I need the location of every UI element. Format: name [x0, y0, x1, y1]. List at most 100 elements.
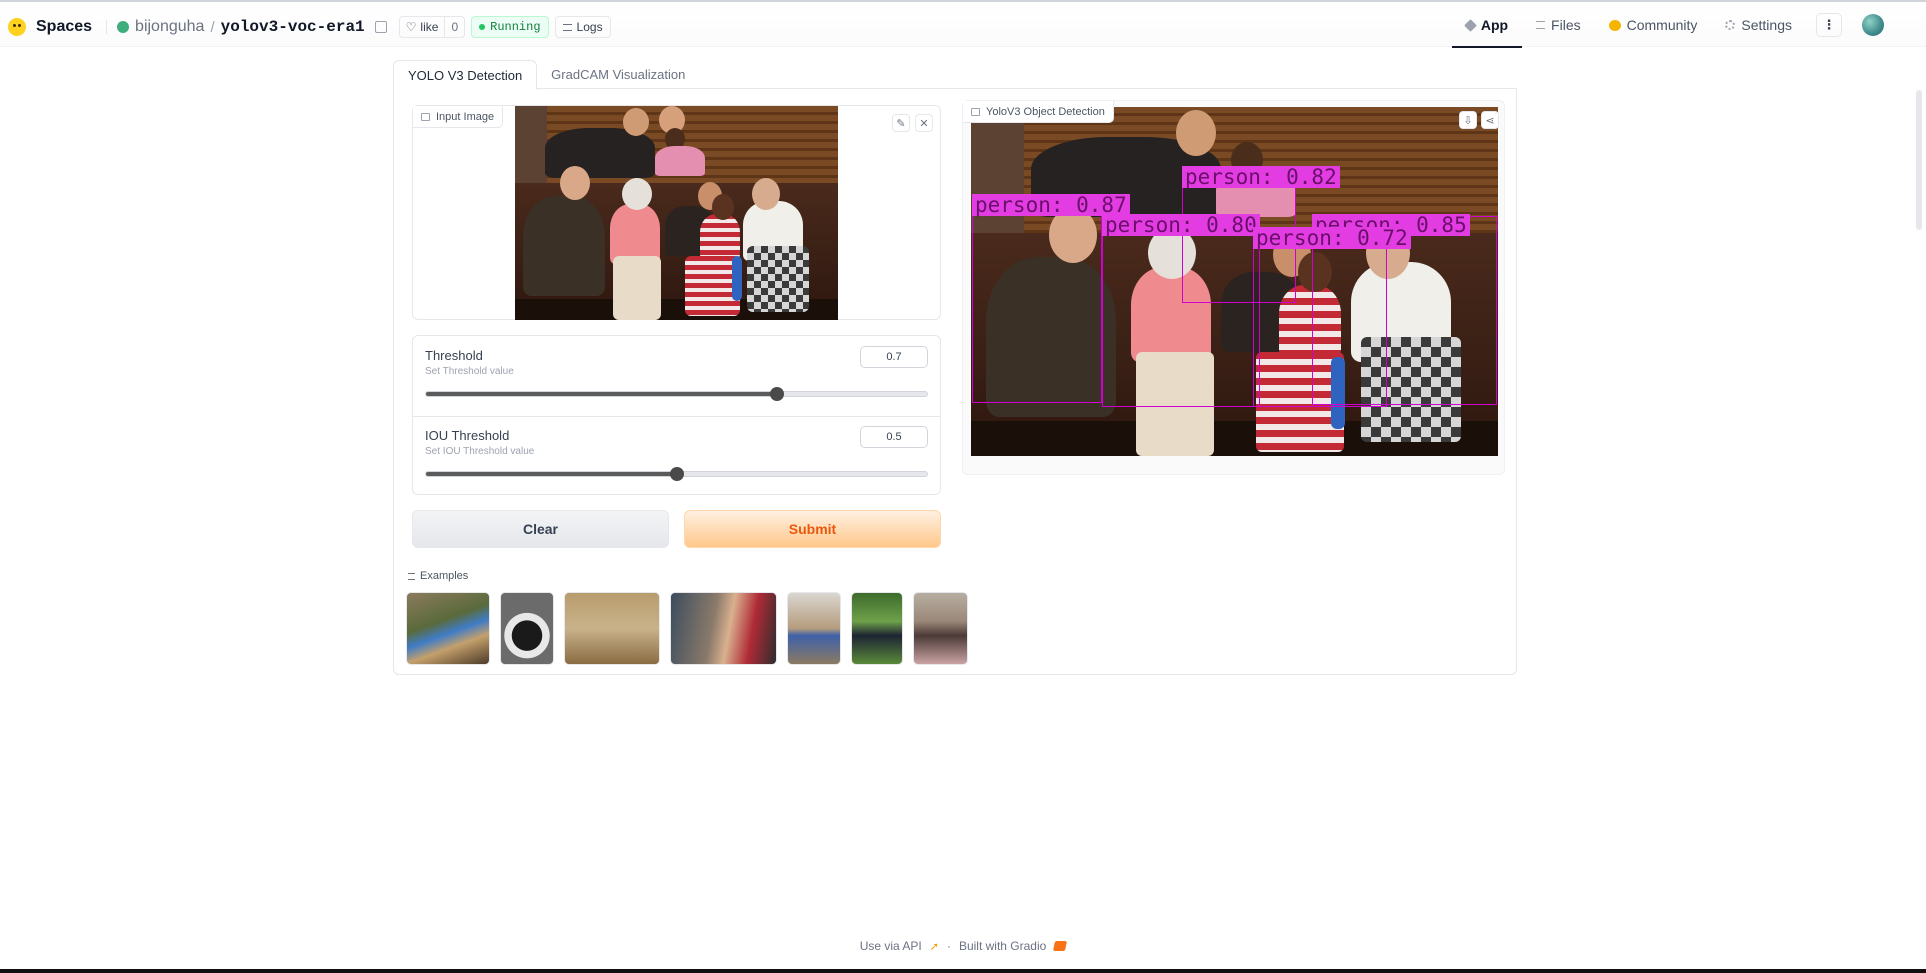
threshold-title: Threshold: [425, 348, 483, 363]
like-count: 0: [444, 17, 464, 37]
like-label: like: [420, 20, 439, 34]
footer: Use via API ➚ · Built with Gradio: [0, 939, 1926, 953]
input-image-label-text: Input Image: [436, 110, 495, 123]
nav-tab-settings[interactable]: Settings: [1711, 3, 1806, 47]
threshold-slider-fill: [426, 392, 777, 396]
threshold-slider-thumb[interactable]: [769, 387, 784, 401]
built-with-gradio-link[interactable]: Built with Gradio: [959, 939, 1046, 953]
header-left: Spaces bijonguha / yolov3-voc-era1 ♡ like…: [8, 14, 611, 40]
iou-threshold-info: Set IOU Threshold value: [425, 446, 535, 457]
example-thumbnail[interactable]: [913, 592, 968, 665]
nav-tab-files[interactable]: Files: [1522, 3, 1595, 47]
input-photo: [515, 106, 838, 320]
example-thumbnail[interactable]: [670, 592, 777, 665]
input-image-block[interactable]: Input Image ✎ ✕: [412, 105, 941, 320]
logs-icon: [562, 23, 572, 31]
like-button[interactable]: ♡ like 0: [398, 16, 466, 38]
community-icon: [1608, 19, 1621, 31]
logs-label: Logs: [576, 20, 603, 34]
more-options-button[interactable]: ⋮: [1816, 13, 1842, 37]
photo-torso: [610, 204, 660, 264]
iou-threshold-slider[interactable]: [425, 467, 928, 481]
page-scrollbar[interactable]: [1916, 90, 1922, 230]
tab-gradcam-visualization[interactable]: GradCAM Visualization: [537, 60, 699, 89]
threshold-info: Set Threshold value: [425, 366, 514, 377]
spaces-link[interactable]: Spaces: [36, 18, 92, 36]
iou-threshold-slider-thumb[interactable]: [669, 467, 684, 481]
photo-head: [622, 178, 652, 210]
example-thumbnail[interactable]: [851, 592, 903, 665]
space-header: Spaces bijonguha / yolov3-voc-era1 ♡ like…: [0, 3, 1926, 48]
clear-button[interactable]: Clear: [412, 510, 669, 548]
close-icon[interactable]: ✕: [915, 114, 933, 132]
output-image-label: YoloV3 Object Detection: [963, 101, 1114, 123]
sliders-block: Threshold Set Threshold value 0.7 IOU Th…: [412, 335, 941, 495]
example-thumbnail[interactable]: [500, 592, 554, 665]
iou-threshold-number-input[interactable]: 0.5: [860, 426, 928, 448]
iou-threshold-slider-group: IOU Threshold Set IOU Threshold value 0.…: [413, 416, 940, 496]
photo-head: [560, 166, 590, 200]
photo-head: [623, 108, 649, 136]
nav-tab-app[interactable]: App: [1451, 3, 1523, 48]
status-text: Running: [490, 20, 541, 34]
threshold-slider-group: Threshold Set Threshold value 0.7: [413, 336, 940, 416]
app-tabs: YOLO V3 Detection GradCAM Visualization: [393, 60, 1517, 90]
examples-label: Examples: [420, 570, 469, 582]
detection-label: person: 0.80: [1102, 214, 1260, 236]
threshold-number-input[interactable]: 0.7: [860, 346, 928, 368]
list-icon: [408, 572, 415, 580]
threshold-slider[interactable]: [425, 387, 928, 401]
photo-legs: [613, 256, 661, 320]
example-thumbnail[interactable]: [564, 592, 660, 665]
photo-torso: [655, 146, 705, 176]
input-image-label: Input Image: [413, 106, 504, 128]
header-nav: App Files Community Settings ⋮: [1451, 3, 1926, 48]
iou-threshold-slider-fill: [426, 472, 677, 476]
owner-avatar[interactable]: [117, 21, 130, 33]
nav-tab-settings-label: Settings: [1741, 17, 1792, 33]
huggingface-logo-icon[interactable]: [8, 18, 26, 36]
nav-tab-community[interactable]: Community: [1595, 3, 1712, 47]
detection-box: [972, 196, 1102, 403]
gradio-logo-icon: [1053, 941, 1068, 951]
image-icon: [421, 112, 430, 121]
user-avatar[interactable]: [1862, 14, 1884, 36]
photo-head: [1176, 110, 1216, 156]
status-badge[interactable]: Running: [471, 16, 549, 38]
detection-box: [1253, 229, 1387, 407]
photo-legs: [747, 246, 809, 312]
use-via-api-link[interactable]: Use via API: [860, 939, 922, 953]
photo-head: [712, 194, 734, 220]
example-thumbnail[interactable]: [406, 592, 490, 665]
tab-yolo-detection[interactable]: YOLO V3 Detection: [393, 60, 538, 90]
nav-tab-files-label: Files: [1551, 17, 1581, 33]
output-image-label-text: YoloV3 Object Detection: [986, 105, 1105, 118]
heart-icon: ♡: [405, 20, 417, 34]
repo-name-link[interactable]: yolov3-voc-era1: [221, 18, 365, 36]
example-thumbnail[interactable]: [787, 592, 841, 665]
like-button-label: ♡ like: [400, 20, 445, 34]
edit-icon[interactable]: ✎: [892, 114, 910, 132]
detection-label: person: 0.82: [1182, 166, 1340, 188]
output-photo: person: 0.82 person: 0.87 person: 0.80 p…: [971, 107, 1498, 456]
rocket-icon: ➚: [929, 940, 939, 953]
photo-torso: [700, 214, 740, 259]
nav-tab-app-label: App: [1480, 17, 1509, 33]
detection-box: [1102, 216, 1260, 407]
status-dot-icon: [479, 24, 486, 30]
logs-button[interactable]: Logs: [554, 16, 611, 38]
header-divider: [106, 20, 108, 34]
photo-torso: [523, 196, 605, 296]
iou-threshold-title: IOU Threshold: [425, 428, 510, 443]
share-icon[interactable]: ⋖: [1481, 111, 1499, 129]
output-image-block: YoloV3 Object Detection ⇩ ⋖ person: 0.82…: [962, 100, 1505, 475]
nav-tab-community-label: Community: [1626, 17, 1698, 33]
path-separator: /: [210, 18, 215, 36]
download-icon[interactable]: ⇩: [1459, 111, 1477, 129]
copy-icon[interactable]: [374, 21, 387, 33]
window-bottom-edge: [0, 969, 1926, 973]
examples-gallery: [406, 592, 968, 665]
app-icon: [1463, 18, 1477, 32]
submit-button[interactable]: Submit: [684, 510, 941, 548]
owner-link[interactable]: bijonguha: [135, 18, 204, 36]
